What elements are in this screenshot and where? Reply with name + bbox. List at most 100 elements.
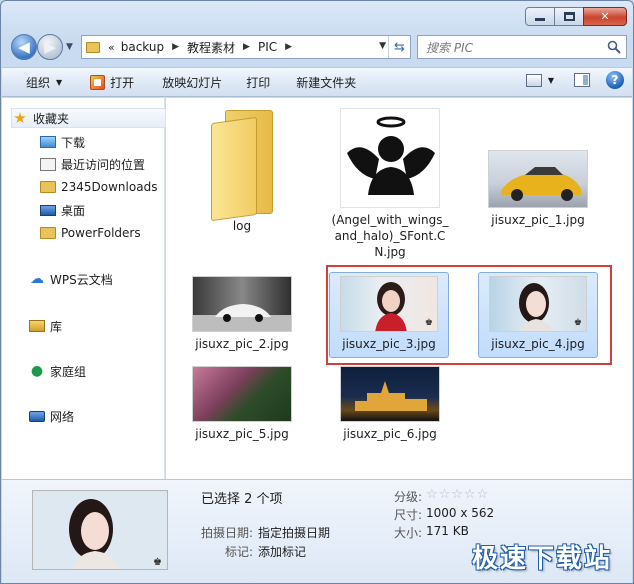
- chevron-right-icon[interactable]: ▶: [172, 42, 179, 52]
- file-item-pic-2[interactable]: jisuxz_pic_2.jpg: [182, 276, 302, 352]
- sidebar-item-wps-cloud[interactable]: ☁ WPS云文档: [29, 269, 113, 289]
- view-controls: ▼ ?: [525, 71, 624, 89]
- breadcrumb-overflow[interactable]: «: [108, 41, 115, 54]
- sidebar-item-powerfolders[interactable]: PowerFolders: [40, 223, 141, 243]
- recent-pages-dropdown[interactable]: ▼: [66, 42, 73, 52]
- navigation-pane: ★ 收藏夹 下载 最近访问的位置 2345Downloads 桌面 PowerF…: [2, 98, 166, 479]
- file-item-angel[interactable]: (Angel_with_wings_and_halo)_SFont.CN.jpg: [330, 108, 450, 260]
- breadcrumb-item-backup[interactable]: backup: [121, 40, 164, 54]
- new-folder-label: 新建文件夹: [296, 75, 357, 90]
- open-button[interactable]: 打开: [82, 70, 142, 94]
- open-app-icon: [90, 74, 106, 90]
- sidebar-item-homegroup[interactable]: ● 家庭组: [29, 361, 86, 381]
- car-thumbnail: [488, 150, 588, 208]
- showroom-thumbnail: [192, 276, 292, 332]
- address-dropdown-icon[interactable]: ▼: [379, 41, 386, 51]
- night-castle-image: [355, 381, 427, 411]
- library-icon: [29, 320, 45, 332]
- details-pane: ♚ 已选择 2 个项 拍摄日期: 指定拍摄日期 标记: 添加标记 分级: ☆☆☆…: [2, 479, 632, 583]
- folder-icon: [211, 110, 273, 222]
- annotation-highlight-box: [326, 265, 612, 365]
- chevron-right-icon[interactable]: ▶: [243, 42, 250, 52]
- help-icon[interactable]: ?: [606, 71, 624, 89]
- recent-places-icon: [40, 157, 56, 171]
- sidebar-item-desktop[interactable]: 桌面: [40, 200, 85, 220]
- star-icon: ★: [13, 109, 27, 127]
- close-icon: ✕: [600, 10, 610, 23]
- search-input[interactable]: 搜索 PIC: [417, 35, 627, 59]
- sidebar-item-label: 网络: [50, 409, 75, 424]
- selection-preview-thumbnail: ♚: [32, 490, 168, 570]
- sidebar-item-label: WPS云文档: [50, 272, 113, 287]
- breadcrumb-item-pic[interactable]: PIC: [258, 40, 277, 54]
- sidebar-item-label: 2345Downloads: [61, 180, 158, 194]
- sidebar-item-label: 桌面: [61, 203, 86, 218]
- sidebar-item-label: PowerFolders: [61, 226, 141, 240]
- rating-label: 分级:: [394, 490, 423, 504]
- file-item-pic-1[interactable]: jisuxz_pic_1.jpg: [478, 150, 598, 228]
- file-name: jisuxz_pic_2.jpg: [195, 337, 289, 351]
- showroom-image: [193, 304, 291, 331]
- angel-image-thumbnail: [340, 108, 440, 208]
- maximize-icon: [563, 12, 575, 21]
- refresh-button[interactable]: ⇆: [388, 36, 410, 58]
- sidebar-item-label: 库: [50, 319, 63, 334]
- date-taken-label: 拍摄日期:: [201, 526, 254, 540]
- file-name: jisuxz_pic_1.jpg: [491, 213, 585, 227]
- file-name: log: [232, 219, 252, 233]
- breadcrumb-item-materials[interactable]: 教程素材: [187, 39, 235, 56]
- change-view-icon[interactable]: [525, 73, 542, 87]
- forward-button[interactable]: ▶: [37, 34, 63, 60]
- sidebar-item-network[interactable]: 网络: [29, 406, 74, 426]
- new-folder-button[interactable]: 新建文件夹: [288, 70, 364, 94]
- file-size-label: 大小:: [394, 526, 423, 540]
- view-dropdown-icon[interactable]: ▼: [548, 76, 554, 85]
- organize-button[interactable]: 组织 ▼: [18, 70, 70, 94]
- folder-icon: [40, 227, 56, 239]
- file-item-pic-5[interactable]: jisuxz_pic_5.jpg: [182, 366, 302, 442]
- sidebar-item-library[interactable]: 库: [29, 316, 62, 336]
- back-button[interactable]: ◀: [11, 34, 37, 60]
- print-button[interactable]: 打印: [238, 70, 278, 94]
- address-bar[interactable]: « backup ▶ 教程素材 ▶ PIC ▶ ▼ ⇆: [81, 35, 411, 59]
- refresh-icon: ⇆: [394, 39, 405, 55]
- breadcrumb: backup ▶ 教程素材 ▶ PIC ▶: [121, 39, 300, 56]
- date-taken-field[interactable]: 指定拍摄日期: [258, 524, 330, 541]
- sidebar-item-favorites[interactable]: ★ 收藏夹: [11, 108, 166, 128]
- rating-stars[interactable]: ☆☆☆☆☆: [426, 487, 489, 502]
- slideshow-button[interactable]: 放映幻灯片: [154, 70, 230, 94]
- file-item-log[interactable]: log: [182, 102, 302, 234]
- sidebar-item-recent[interactable]: 最近访问的位置: [40, 154, 145, 174]
- open-label: 打开: [110, 75, 135, 90]
- aerial-thumbnail: [192, 366, 292, 422]
- preview-image: ♚: [33, 491, 167, 569]
- angel-icon: [347, 116, 435, 195]
- maximize-button[interactable]: [554, 7, 584, 26]
- tags-field[interactable]: 添加标记: [258, 543, 306, 560]
- sidebar-item-label: 收藏夹: [33, 111, 70, 126]
- sidebar-item-label: 家庭组: [50, 364, 87, 379]
- caption-buttons: ✕: [525, 7, 627, 26]
- close-button[interactable]: ✕: [583, 7, 627, 26]
- file-name: jisuxz_pic_5.jpg: [195, 427, 289, 441]
- sidebar-item-label: 下载: [61, 135, 86, 150]
- forward-arrow-icon: ▶: [44, 38, 56, 56]
- night-castle-thumbnail: [340, 366, 440, 422]
- file-name: (Angel_with_wings_and_halo)_SFont.CN.jpg: [331, 213, 449, 259]
- back-arrow-icon: ◀: [18, 38, 30, 56]
- sidebar-item-label: 最近访问的位置: [61, 157, 146, 172]
- desktop-icon: [40, 204, 56, 216]
- sidebar-item-downloads[interactable]: 下载: [40, 132, 85, 152]
- chevron-right-icon[interactable]: ▶: [285, 42, 292, 52]
- svg-text:♚: ♚: [153, 557, 162, 568]
- preview-pane-icon[interactable]: [574, 73, 590, 87]
- navigation-row: ◀ ▶ ▼ « backup ▶ 教程素材 ▶ PIC ▶ ▼ ⇆ 搜索 PIC: [9, 34, 627, 60]
- downloads-folder-icon: [40, 136, 56, 148]
- sidebar-item-2345downloads[interactable]: 2345Downloads: [40, 177, 157, 197]
- cloud-icon: ☁: [30, 271, 44, 287]
- dimensions-value: 1000 x 562: [426, 506, 495, 520]
- print-label: 打印: [246, 75, 271, 90]
- minimize-button[interactable]: [525, 7, 555, 26]
- homegroup-icon: ●: [30, 363, 44, 379]
- file-item-pic-6[interactable]: jisuxz_pic_6.jpg: [330, 366, 450, 442]
